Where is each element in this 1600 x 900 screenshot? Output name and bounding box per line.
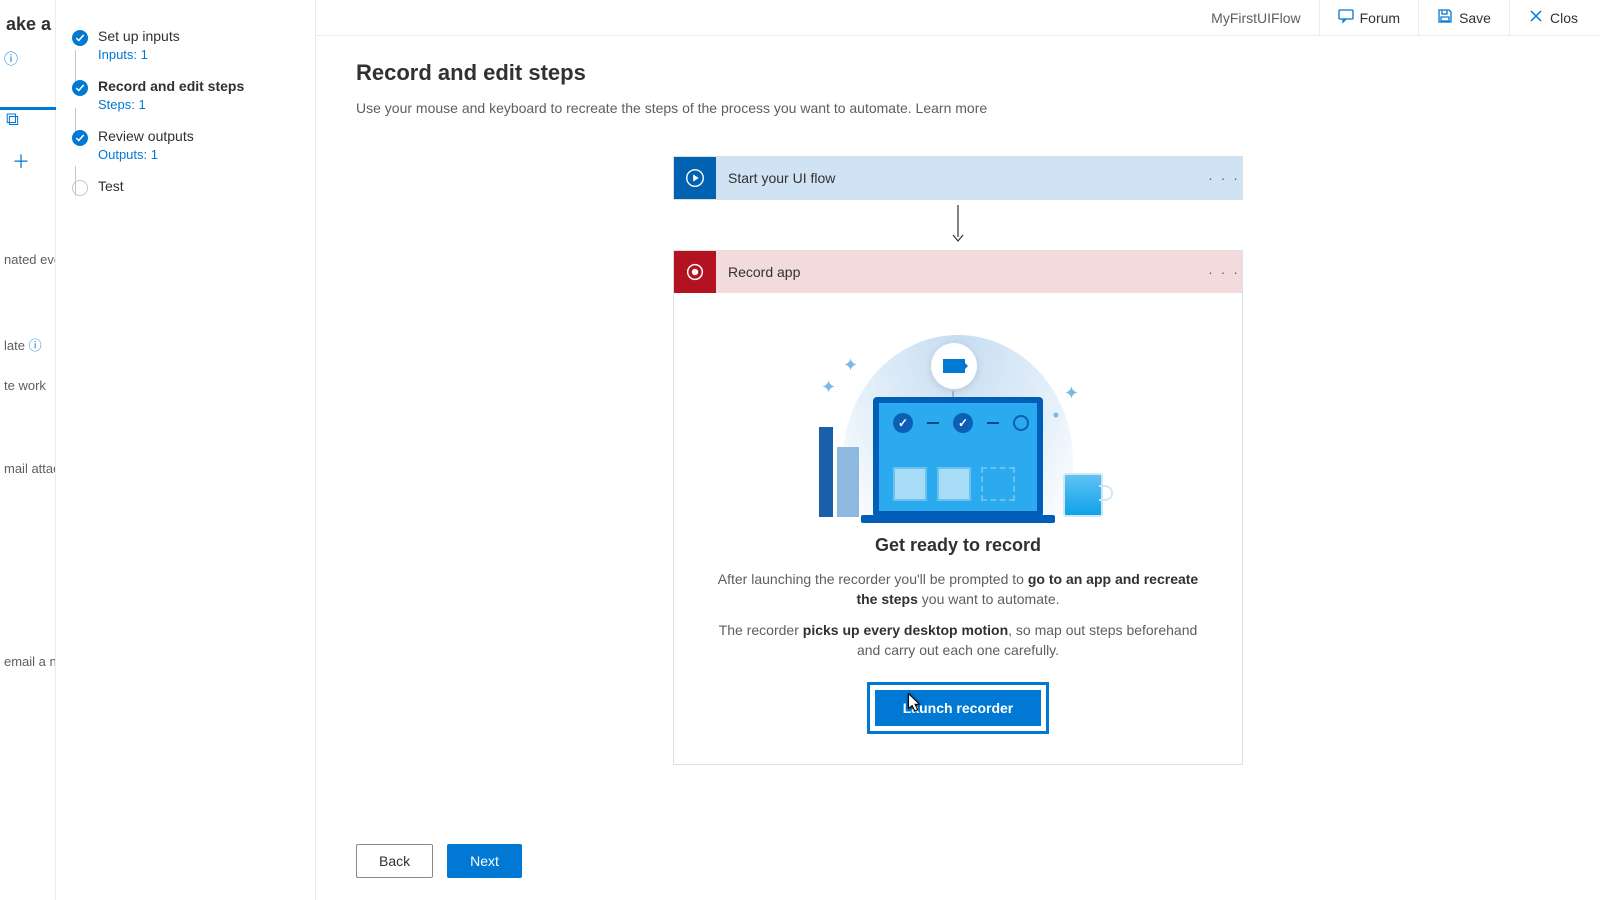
start-flow-card[interactable]: Start your UI flow · · · — [673, 156, 1243, 200]
chat-icon — [1338, 8, 1354, 27]
flow-canvas: Start your UI flow · · · Record app · · … — [356, 156, 1560, 765]
flow-connector — [949, 200, 967, 250]
check-icon — [72, 30, 88, 46]
left-panel-fragment: ake a flo ⓘ ⧉ ＋ nated even late ⓘ te wor… — [0, 0, 56, 900]
more-icon[interactable]: · · · — [1206, 170, 1242, 186]
close-icon — [1528, 8, 1544, 27]
wizard-footer: Back Next — [356, 844, 522, 878]
truncated-text: mail attac — [0, 457, 55, 480]
step-label: Record and edit steps — [98, 78, 244, 94]
wizard-step-inputs[interactable]: Set up inputs Inputs: 1 — [66, 20, 305, 70]
page-title: Record and edit steps — [356, 60, 1560, 86]
save-button[interactable]: Save — [1418, 0, 1509, 36]
truncated-text: nated even — [0, 248, 55, 271]
step-label: Set up inputs — [98, 28, 180, 44]
wizard-steps-sidebar: Set up inputs Inputs: 1 Record and edit s… — [56, 0, 316, 900]
recorder-illustration: ✦✦✦• ✓✓ — [813, 317, 1103, 517]
top-bar: MyFirstUIFlow Forum Save Clos — [316, 0, 1600, 36]
main-content: Record and edit steps Use your mouse and… — [316, 36, 1600, 900]
wizard-step-test[interactable]: Test — [66, 170, 305, 204]
launch-button-focus: Launch recorder — [867, 682, 1049, 734]
active-indicator — [0, 107, 56, 110]
back-button[interactable]: Back — [356, 844, 433, 878]
step-sub: Steps: 1 — [98, 97, 244, 112]
check-icon — [72, 80, 88, 96]
check-icon — [72, 130, 88, 146]
step-label: Test — [98, 178, 124, 194]
info-icon: ⓘ — [0, 49, 55, 69]
record-card-body: ✦✦✦• ✓✓ Get ready to record After launch… — [674, 293, 1242, 764]
launch-recorder-button[interactable]: Launch recorder — [875, 690, 1041, 726]
icon-stack: ⧉ ＋ — [0, 69, 55, 232]
copy-icon[interactable]: ⧉ — [6, 109, 49, 130]
truncated-text: email a n — [0, 650, 55, 673]
body-heading: Get ready to record — [714, 535, 1202, 556]
play-icon — [674, 157, 716, 199]
page-description: Use your mouse and keyboard to recreate … — [356, 100, 1560, 116]
body-paragraph-1: After launching the recorder you'll be p… — [714, 570, 1202, 609]
step-sub: Outputs: 1 — [98, 147, 194, 162]
truncated-heading: ake a flo — [0, 0, 55, 49]
pending-icon — [72, 180, 88, 196]
truncated-text: te work — [0, 374, 55, 397]
next-button[interactable]: Next — [447, 844, 522, 878]
truncated-text: late ⓘ — [0, 331, 55, 358]
card-title: Record app — [716, 264, 1206, 280]
forum-button[interactable]: Forum — [1319, 0, 1418, 36]
record-card-header[interactable]: Record app · · · — [674, 251, 1242, 293]
card-title: Start your UI flow — [716, 170, 1206, 186]
wizard-step-outputs[interactable]: Review outputs Outputs: 1 — [66, 120, 305, 170]
more-icon[interactable]: · · · — [1206, 264, 1242, 280]
camera-icon — [931, 343, 977, 389]
body-paragraph-2: The recorder picks up every desktop moti… — [714, 621, 1202, 660]
step-label: Review outputs — [98, 128, 194, 144]
learn-more-link[interactable]: Learn more — [916, 100, 988, 116]
close-button[interactable]: Clos — [1509, 0, 1596, 36]
step-sub: Inputs: 1 — [98, 47, 180, 62]
mouse-cursor-icon — [905, 692, 923, 712]
flow-name: MyFirstUIFlow — [1193, 10, 1318, 26]
save-icon — [1437, 8, 1453, 27]
plus-icon[interactable]: ＋ — [6, 148, 49, 174]
record-icon — [674, 251, 716, 293]
wizard-step-record[interactable]: Record and edit steps Steps: 1 — [66, 70, 305, 120]
record-app-card: Record app · · · ✦✦✦• ✓✓ Get — [673, 250, 1243, 765]
